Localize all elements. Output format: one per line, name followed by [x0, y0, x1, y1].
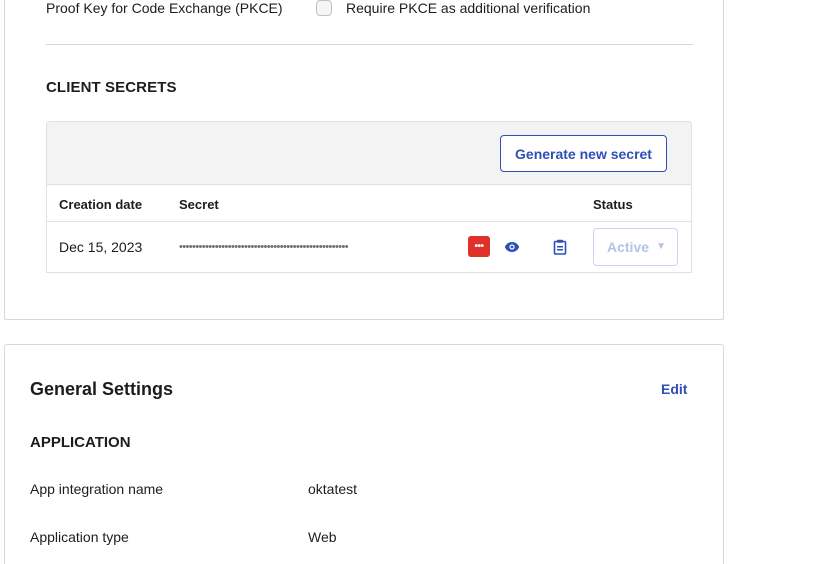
pkce-checkbox[interactable] — [316, 0, 332, 16]
clipboard-icon[interactable] — [550, 237, 570, 257]
chevron-down-icon: ▼ — [656, 241, 666, 252]
generate-new-secret-button[interactable]: Generate new secret — [500, 135, 667, 172]
field-value-app-integration-name: oktatest — [308, 481, 358, 497]
field-value-application-type: Web — [308, 529, 337, 545]
pkce-label: Proof Key for Code Exchange (PKCE) — [46, 0, 283, 16]
eye-icon[interactable] — [502, 237, 522, 257]
client-credentials-card: Proof Key for Code Exchange (PKCE) Requi… — [4, 0, 724, 320]
column-header-secret: Secret — [179, 197, 219, 212]
table-header: Creation date Secret Status — [47, 185, 691, 222]
column-header-status: Status — [593, 197, 633, 212]
creation-date-cell: Dec 15, 2023 — [59, 239, 143, 255]
column-header-creation-date: Creation date — [59, 197, 143, 212]
pkce-checkbox-label[interactable]: Require PKCE as additional verification — [346, 0, 590, 16]
section-divider — [46, 44, 693, 45]
application-heading: APPLICATION — [30, 434, 131, 451]
field-label-application-type: Application type — [30, 529, 129, 545]
status-value: Active — [607, 239, 650, 255]
pkce-row: Proof Key for Code Exchange (PKCE) Requi… — [46, 0, 590, 17]
client-secrets-table: Generate new secret Creation date Secret… — [46, 121, 692, 273]
secrets-toolbar: Generate new secret — [47, 122, 691, 185]
general-settings-title: General Settings — [30, 379, 174, 399]
edit-button[interactable]: Edit — [661, 381, 687, 397]
table-row: Dec 15, 2023 •••••••••••••••••••••••••••… — [47, 222, 691, 272]
status-dropdown[interactable]: Active ▼ — [593, 228, 678, 266]
client-secrets-heading: CLIENT SECRETS — [46, 79, 177, 96]
field-label-app-integration-name: App integration name — [30, 481, 164, 497]
password-manager-badge[interactable]: ••• — [468, 236, 490, 257]
masked-secret: ••••••••••••••••••••••••••••••••••••••••… — [179, 242, 349, 252]
general-settings-card: General Settings Edit APPLICATION App in… — [4, 344, 724, 564]
